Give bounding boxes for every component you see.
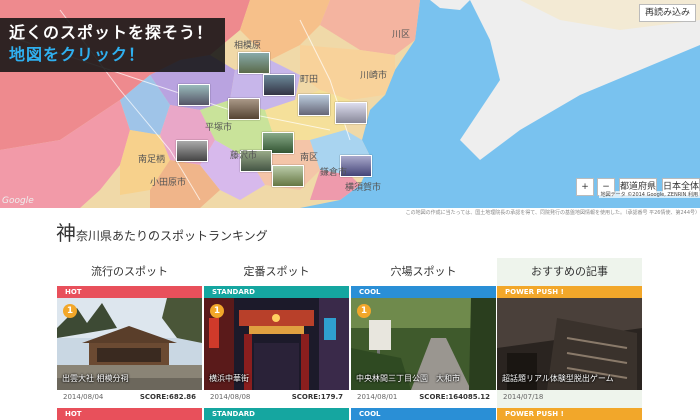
map-label: 南足柄 [138,155,166,165]
card-date: 2014/08/08 [210,393,251,401]
card-meta: 2014/08/04 SCORE:682.86 [57,390,202,404]
card-meta: 2014/07/18 [497,390,642,404]
tag-badge: COOL [351,286,496,298]
tag-badge-next[interactable]: HOT [57,408,202,420]
spot-card[interactable]: HOT 1 出雲大社 相模分祠 2014/08/04 SCORE:682.86 [57,286,202,404]
spot-thumbnail[interactable] [263,74,295,96]
spot-thumbnail[interactable] [228,98,260,120]
spot-thumbnail[interactable] [178,84,210,106]
map-label: 町田 [300,75,319,85]
tag-badge: HOT [57,286,202,298]
rank-badge: 1 [63,304,77,318]
card-date: 2014/08/01 [357,393,398,401]
column-recommended: おすすめの記事 POWER PUSH ! 超話題リアル体験型脱出ゲーム 2014… [497,258,642,420]
section-heading: 神 奈川県あたりのスポットランキング [56,217,268,246]
map-notice: この地図の作成に当たっては、国土地理院長の承認を得て、同院発行の基盤地図情報を使… [405,210,700,216]
card-date: 2014/08/04 [63,393,104,401]
map-label: 横須賀市 [345,183,382,193]
map-label: 川区 [392,30,411,40]
spot-thumbnail[interactable] [298,94,330,116]
spot-caption: 出雲大社 相模分祠 [62,374,129,383]
map-label: 小田原市 [150,178,187,188]
column-title: 穴場スポット [390,265,457,278]
tag-badge: POWER PUSH ! [497,286,642,298]
column-standard: 定番スポット STANDARD 1 横浜中華街 2014/08/08 SCORE… [204,258,349,404]
article-card[interactable]: POWER PUSH ! 超話題リアル体験型脱出ゲーム 2014/07/18 [497,286,642,404]
spot-card[interactable]: COOL 1 中央林間三丁目公園 大和市 2014/08/01 SCORE:16… [351,286,496,404]
column-title: 流行のスポット [91,265,168,278]
article-caption: 超話題リアル体験型脱出ゲーム [502,374,614,383]
tag-badge-next[interactable]: COOL [351,408,496,420]
reload-button[interactable]: 再読み込み [638,4,696,22]
spot-caption: 中央林間三丁目公園 大和市 [356,374,460,383]
card-score: SCORE:179.7 [291,393,343,401]
column-trending: 流行のスポット HOT 1 出雲大社 相模分祠 2014/08/04 SCORE… [57,258,202,404]
spot-caption: 横浜中華街 [209,374,249,383]
spot-thumbnail[interactable] [176,140,208,162]
google-logo: Google [2,196,34,206]
promo-banner: 近くのスポットを探そう！ 地図をクリック！ [0,18,225,72]
spot-photo[interactable]: 1 出雲大社 相模分祠 [57,298,202,390]
region-map[interactable]: 川区 川崎市 相模原 町田 南足柄 平塚市 小田原市 横須賀市 藤沢市 鎌倉市 … [0,0,700,208]
spot-thumbnail[interactable] [238,52,270,74]
zoom-in-button[interactable]: + [576,178,594,196]
spot-thumbnail[interactable] [335,102,367,124]
map-label: 南区 [300,153,319,163]
column-title: 定番スポット [243,265,310,278]
heading-initial: 神 [56,221,76,245]
promo-line-2: 地図をクリック！ [9,45,146,64]
tag-badge: STANDARD [204,286,349,298]
map-attribution: 地図データ ©2014 Google, ZENRIN 利用 [598,191,700,198]
column-title: おすすめの記事 [531,265,608,278]
rank-badge: 1 [357,304,371,318]
page: 川区 川崎市 相模原 町田 南足柄 平塚市 小田原市 横須賀市 藤沢市 鎌倉市 … [0,0,700,420]
card-date: 2014/07/18 [503,393,544,401]
map-label: 相模原 [234,41,262,51]
map-label: 川崎市 [360,71,388,81]
map-label: 鎌倉市 [320,168,348,178]
spot-photo[interactable]: 1 横浜中華街 [204,298,349,390]
card-meta: 2014/08/01 SCORE:164085.12 [351,390,496,404]
heading-text: 奈川県あたりのスポットランキング [76,229,268,243]
spot-thumbnail[interactable] [272,165,304,187]
map-label: 藤沢市 [230,151,258,161]
promo-line-1: 近くのスポットを探そう！ [9,23,214,42]
card-score: SCORE:682.86 [139,393,196,401]
map-label: 平塚市 [205,123,233,133]
spot-photo[interactable]: 1 中央林間三丁目公園 大和市 [351,298,496,390]
tag-badge-next[interactable]: POWER PUSH ! [497,408,642,420]
article-photo[interactable]: 超話題リアル体験型脱出ゲーム [497,298,642,390]
column-hidden-gems: 穴場スポット COOL 1 中央林間三丁目公園 大和市 2014/08/01 S… [351,258,496,404]
tag-badge-next[interactable]: STANDARD [204,408,349,420]
card-score: SCORE:164085.12 [419,393,490,401]
rank-badge: 1 [210,304,224,318]
card-meta: 2014/08/08 SCORE:179.7 [204,390,349,404]
spot-card[interactable]: STANDARD 1 横浜中華街 2014/08/08 SCORE:179.7 [204,286,349,404]
